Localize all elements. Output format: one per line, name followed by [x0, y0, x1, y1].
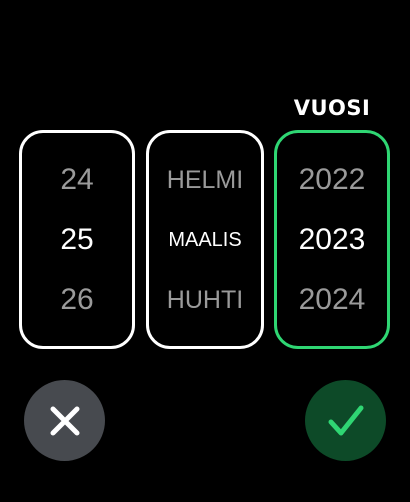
month-picker-wheel[interactable]: HELMI MAALIS HUHTI [146, 130, 264, 349]
cancel-button[interactable] [24, 380, 105, 461]
checkmark-icon [328, 405, 363, 435]
year-picker-wheel[interactable]: 2022 2023 2024 [274, 130, 390, 349]
day-option[interactable]: 26 [22, 270, 132, 330]
year-column-heading: VUOSI [293, 96, 371, 120]
year-option[interactable]: 2022 [277, 150, 387, 210]
year-option-selected[interactable]: 2023 [277, 210, 387, 270]
day-option-selected[interactable]: 25 [22, 210, 132, 270]
x-icon [50, 406, 79, 435]
day-option[interactable]: 24 [22, 150, 132, 210]
month-option-selected[interactable]: MAALIS [149, 210, 261, 270]
year-option[interactable]: 2024 [277, 270, 387, 330]
month-option[interactable]: HUHTI [149, 270, 261, 330]
day-picker-wheel[interactable]: 24 25 26 [19, 130, 135, 349]
month-option[interactable]: HELMI [149, 150, 261, 210]
confirm-button[interactable] [305, 380, 386, 461]
